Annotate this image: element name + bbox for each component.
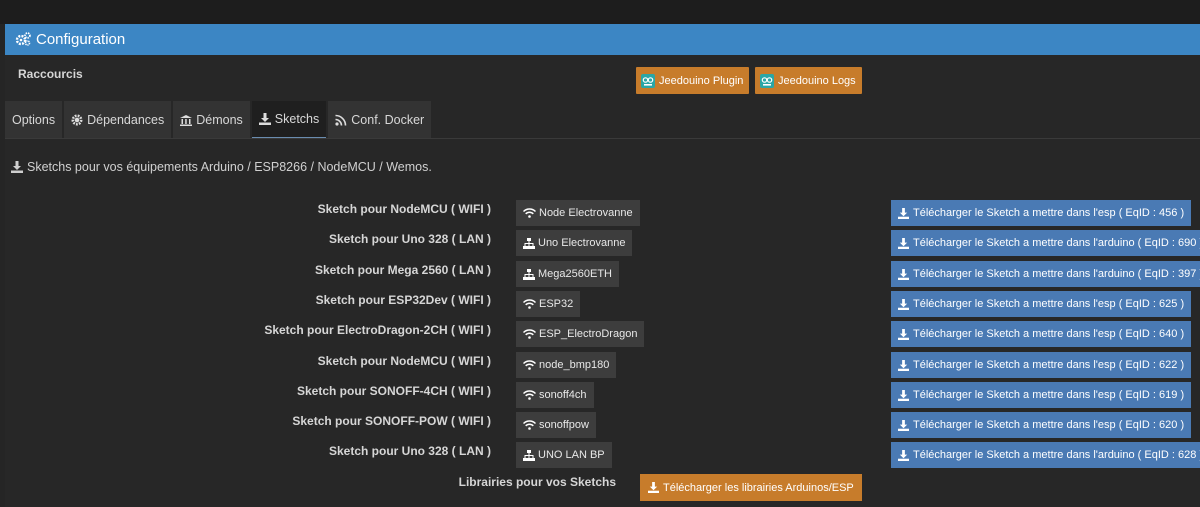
download-icon xyxy=(898,207,909,219)
download-sketch-button[interactable]: Télécharger le Sketch a mettre dans l'es… xyxy=(891,352,1192,378)
jeedouino-logo-icon xyxy=(641,73,655,88)
device-name: ESP_ElectroDragon xyxy=(539,328,638,340)
sketch-row-label: Sketch pour Uno 328 ( LAN ) xyxy=(328,232,491,246)
sketch-row-label: Sketch pour ESP32Dev ( WIFI ) xyxy=(315,293,491,307)
device-name: UNO LAN BP xyxy=(538,449,605,461)
download-icon xyxy=(898,359,909,371)
jeedouino-plugin-button[interactable]: Jeedouino Plugin xyxy=(636,67,750,94)
download-sketch-button[interactable]: Télécharger le Sketch a mettre dans l'es… xyxy=(891,382,1192,408)
download-sketch-button[interactable]: Télécharger le Sketch a mettre dans l'ar… xyxy=(891,261,1200,287)
device-button[interactable]: ESP_ElectroDragon xyxy=(516,321,645,347)
sketch-row-label: Sketch pour SONOFF-4CH ( WIFI ) xyxy=(297,384,491,398)
download-sketch-label: Télécharger le Sketch a mettre dans l'es… xyxy=(913,298,1185,310)
wifi-icon xyxy=(523,208,536,218)
device-name: sonoff4ch xyxy=(539,389,587,401)
device-name: sonoffpow xyxy=(539,419,589,431)
cog-icon xyxy=(71,114,83,126)
download-icon xyxy=(898,328,909,340)
download-icon xyxy=(258,113,271,125)
tab-label: Dépendances xyxy=(87,112,165,127)
sitemap-icon xyxy=(523,237,535,249)
section-title-text: Sketchs pour vos équipements Arduino / E… xyxy=(27,160,432,174)
tab-demons[interactable]: Démons xyxy=(173,101,250,138)
jeedouino-logo-icon xyxy=(760,73,774,88)
device-name: Node Electrovanne xyxy=(539,207,633,219)
sketch-row-label: Sketch pour Mega 2560 ( LAN ) xyxy=(314,263,491,277)
rss-icon xyxy=(335,114,347,126)
tab-bar: Options Dépendances Démons Sketchs Conf.… xyxy=(5,101,1200,139)
download-icon xyxy=(898,449,909,461)
device-button[interactable]: sonoffpow xyxy=(516,412,596,438)
download-sketch-label: Télécharger le Sketch a mettre dans l'ar… xyxy=(913,237,1200,249)
download-sketch-button[interactable]: Télécharger le Sketch a mettre dans l'ar… xyxy=(891,442,1200,468)
wifi-icon xyxy=(523,360,536,370)
jeedouino-logs-button[interactable]: Jeedouino Logs xyxy=(755,67,862,94)
sketch-row-label: Sketch pour NodeMCU ( WIFI ) xyxy=(317,354,491,368)
cogs-icon xyxy=(15,32,31,47)
tab-label: Options xyxy=(12,112,56,127)
top-bar xyxy=(0,0,1200,24)
device-button[interactable]: Mega2560ETH xyxy=(516,261,619,287)
tab-conf-docker[interactable]: Conf. Docker xyxy=(328,101,432,138)
sketch-row-label: Sketch pour ElectroDragon-2CH ( WIFI ) xyxy=(264,323,491,337)
download-sketch-label: Télécharger le Sketch a mettre dans l'es… xyxy=(913,359,1185,371)
download-icon xyxy=(898,237,909,249)
wifi-icon xyxy=(523,420,536,430)
device-button[interactable]: Node Electrovanne xyxy=(516,200,640,226)
sketch-row-label: Sketch pour SONOFF-POW ( WIFI ) xyxy=(292,414,491,428)
download-sketch-label: Télécharger le Sketch a mettre dans l'es… xyxy=(913,207,1185,219)
download-libraries-label: Télécharger les librairies Arduinos/ESP xyxy=(663,481,854,494)
download-sketch-label: Télécharger le Sketch a mettre dans l'es… xyxy=(913,419,1185,431)
sitemap-icon xyxy=(523,449,535,461)
tab-label: Démons xyxy=(196,112,243,127)
device-button[interactable]: Uno Electrovanne xyxy=(516,230,633,256)
tab-label: Conf. Docker xyxy=(351,112,425,127)
download-sketch-button[interactable]: Télécharger le Sketch a mettre dans l'es… xyxy=(891,291,1192,317)
download-sketch-label: Télécharger le Sketch a mettre dans l'es… xyxy=(913,328,1185,340)
section-title: Sketchs pour vos équipements Arduino / E… xyxy=(11,160,432,174)
device-button[interactable]: UNO LAN BP xyxy=(516,442,612,468)
download-icon xyxy=(11,161,23,173)
wifi-icon xyxy=(523,329,536,339)
shortcuts-label: Raccourcis xyxy=(18,67,83,81)
panel-title: Configuration xyxy=(36,31,126,48)
download-icon xyxy=(898,389,909,401)
device-button[interactable]: sonoff4ch xyxy=(516,382,594,408)
sketch-row-label: Sketch pour Uno 328 ( LAN ) xyxy=(328,444,491,458)
wifi-icon xyxy=(523,390,536,400)
tab-dependances[interactable]: Dépendances xyxy=(64,101,172,138)
download-sketch-button[interactable]: Télécharger le Sketch a mettre dans l'es… xyxy=(891,412,1192,438)
download-sketch-button[interactable]: Télécharger le Sketch a mettre dans l'ar… xyxy=(891,230,1200,256)
panel-header: Configuration xyxy=(5,24,1200,55)
bank-icon xyxy=(180,114,193,126)
download-icon xyxy=(898,298,909,310)
download-sketch-label: Télécharger le Sketch a mettre dans l'es… xyxy=(913,389,1185,401)
wifi-icon xyxy=(523,299,536,309)
download-libraries-button[interactable]: Télécharger les librairies Arduinos/ESP xyxy=(640,474,862,501)
download-sketch-button[interactable]: Télécharger le Sketch a mettre dans l'es… xyxy=(891,200,1192,226)
libraries-label: Librairies pour vos Sketchs xyxy=(458,475,616,489)
device-button[interactable]: node_bmp180 xyxy=(516,352,617,378)
download-icon xyxy=(898,419,909,431)
device-name: node_bmp180 xyxy=(539,359,610,371)
sketch-row-label: Sketch pour NodeMCU ( WIFI ) xyxy=(317,202,491,216)
download-sketch-button[interactable]: Télécharger le Sketch a mettre dans l'es… xyxy=(891,321,1192,347)
tab-options[interactable]: Options xyxy=(5,101,63,138)
sitemap-icon xyxy=(523,268,535,280)
device-name: Mega2560ETH xyxy=(538,268,612,280)
download-icon xyxy=(898,268,909,280)
download-sketch-label: Télécharger le Sketch a mettre dans l'ar… xyxy=(913,449,1200,461)
jeedouino-plugin-label: Jeedouino Plugin xyxy=(659,74,744,87)
device-name: ESP32 xyxy=(539,298,574,310)
tab-label: Sketchs xyxy=(274,112,320,126)
jeedouino-logs-label: Jeedouino Logs xyxy=(778,74,856,87)
device-name: Uno Electrovanne xyxy=(538,237,626,249)
download-sketch-label: Télécharger le Sketch a mettre dans l'ar… xyxy=(913,268,1200,280)
tab-sketchs[interactable]: Sketchs xyxy=(251,101,327,138)
download-icon xyxy=(648,482,659,493)
device-button[interactable]: ESP32 xyxy=(516,291,581,317)
